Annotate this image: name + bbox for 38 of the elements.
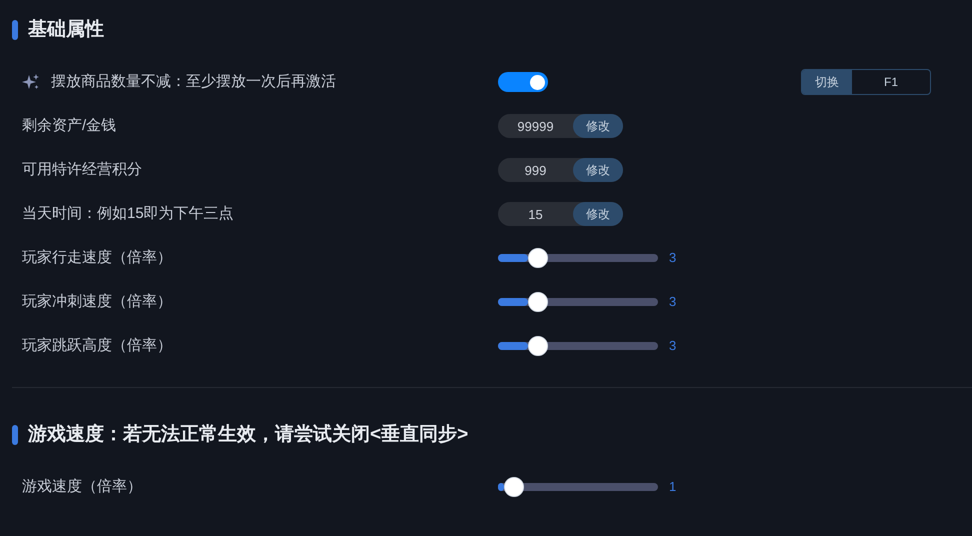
- slider-value: 1: [669, 478, 676, 496]
- hotkey-action: 切换: [802, 70, 852, 94]
- slider[interactable]: [498, 248, 658, 268]
- section-marker: [12, 20, 18, 40]
- slider[interactable]: [498, 292, 658, 312]
- slider-fill: [498, 254, 528, 262]
- slider-value: 3: [669, 337, 676, 356]
- slider-fill: [498, 483, 504, 491]
- slider-thumb[interactable]: [528, 248, 548, 268]
- setting-label: 玩家跳跃高度（倍率）: [22, 336, 172, 356]
- setting-label: 玩家冲刺速度（倍率）: [22, 292, 172, 312]
- value-field[interactable]: 15: [498, 202, 573, 226]
- value-field[interactable]: 99999: [498, 114, 573, 138]
- value-field[interactable]: 999: [498, 158, 573, 182]
- section-title: 基础属性: [28, 18, 104, 42]
- slider-thumb[interactable]: [528, 292, 548, 312]
- slider-thumb[interactable]: [528, 336, 548, 356]
- setting-label: 游戏速度（倍率）: [22, 476, 142, 497]
- section-marker: [12, 425, 18, 445]
- setting-label: 剩余资产/金钱: [22, 116, 116, 136]
- section-title: 游戏速度：若无法正常生效，请尝试关闭<垂直同步>: [28, 422, 468, 447]
- setting-label: 摆放商品数量不减：至少摆放一次后再激活: [51, 72, 336, 92]
- setting-label: 可用特许经营积分: [22, 160, 142, 180]
- setting-label: 玩家行走速度（倍率）: [22, 248, 172, 268]
- setting-label: 当天时间：例如15即为下午三点: [22, 204, 234, 224]
- toggle-switch[interactable]: [498, 72, 548, 92]
- slider-fill: [498, 342, 528, 350]
- slider-value: 3: [669, 293, 676, 312]
- slider-value: 3: [669, 249, 676, 268]
- hotkey-key: F1: [852, 70, 930, 94]
- modify-button[interactable]: 修改: [573, 114, 623, 138]
- slider-fill: [498, 298, 528, 306]
- modify-button[interactable]: 修改: [573, 202, 623, 226]
- slider[interactable]: [498, 477, 658, 497]
- hotkey-control[interactable]: 切换 F1: [801, 69, 931, 95]
- slider[interactable]: [498, 336, 658, 356]
- slider-thumb[interactable]: [504, 477, 524, 497]
- modify-button[interactable]: 修改: [573, 158, 623, 182]
